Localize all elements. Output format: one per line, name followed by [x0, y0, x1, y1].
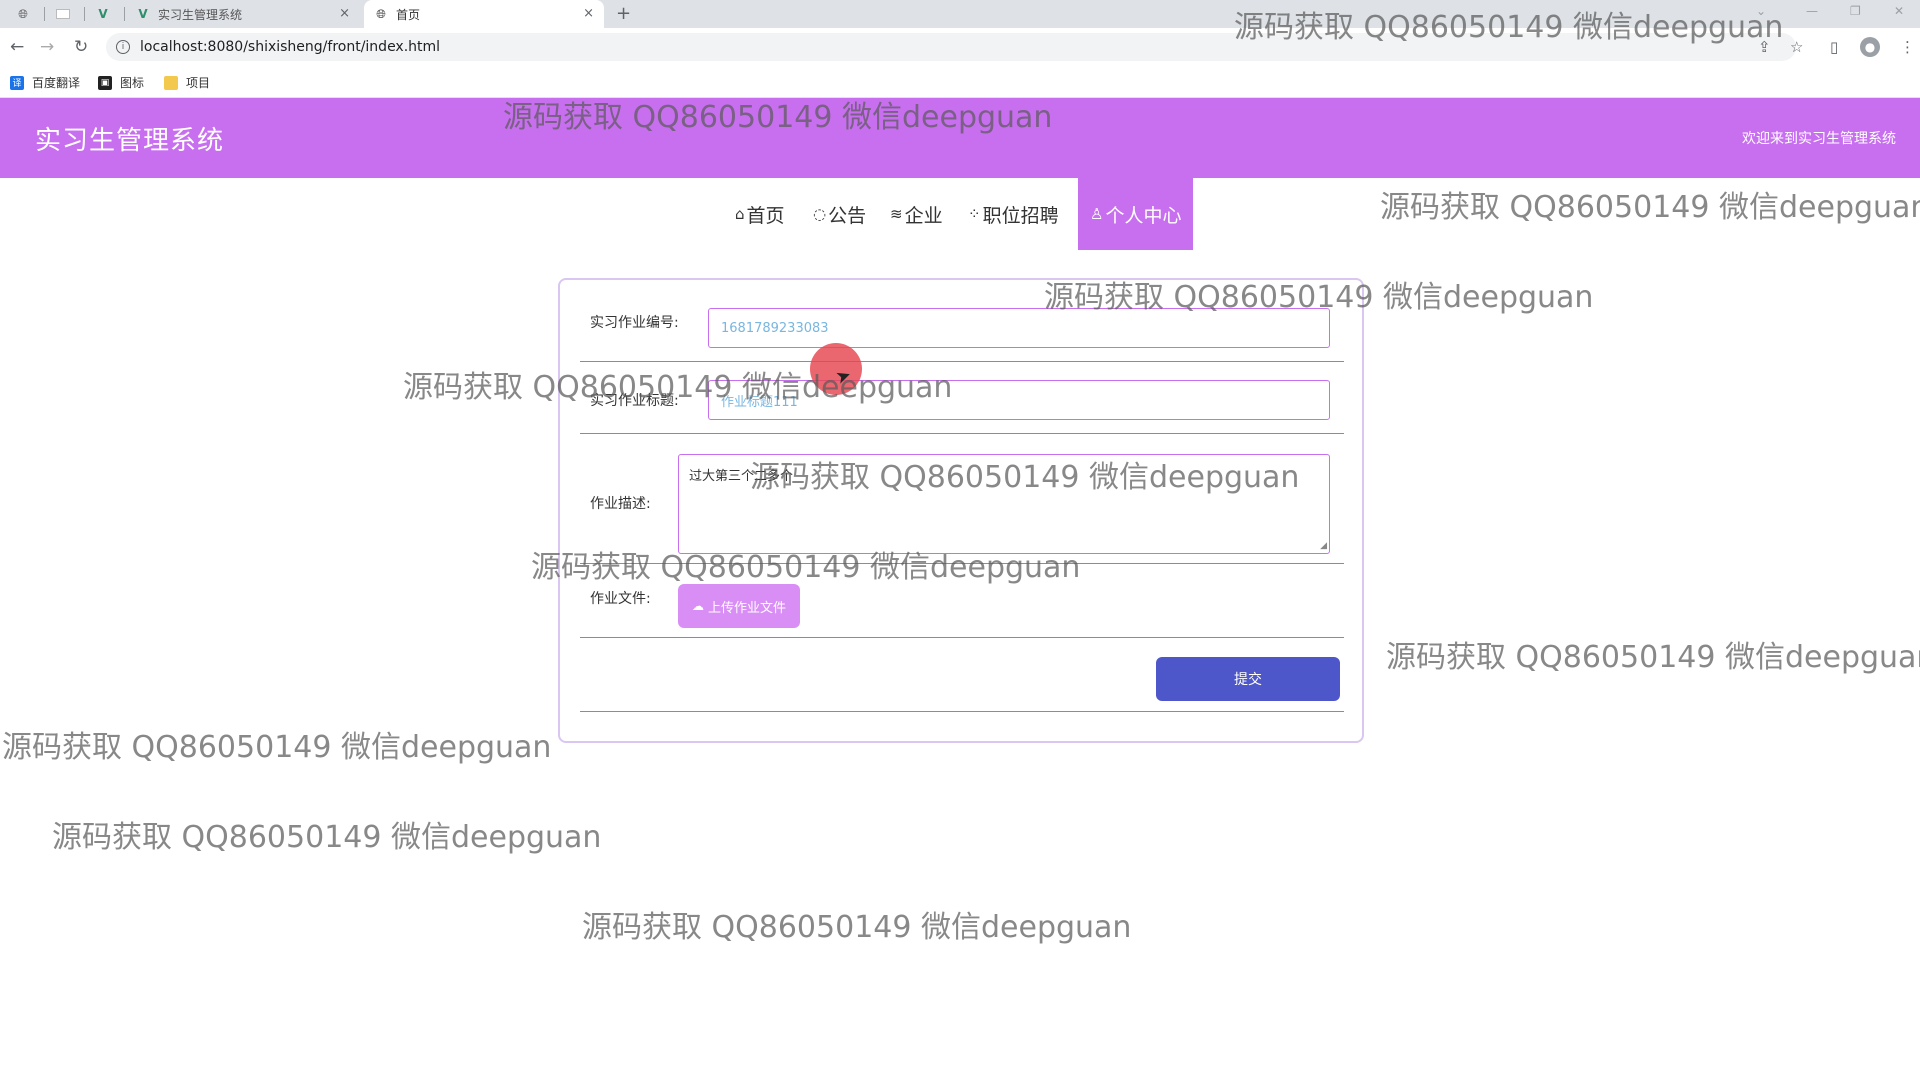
cloud-upload-icon: ☁	[691, 599, 704, 613]
vue-logo-icon: V	[98, 7, 108, 21]
watermark: 源码获取 QQ86050149 微信deepguan	[52, 820, 602, 855]
minimize-icon[interactable]: —	[1806, 4, 1818, 18]
side-panel-icon[interactable]: ▯	[1830, 38, 1838, 56]
tab-system[interactable]: V 实习生管理系统 ×	[130, 0, 360, 28]
blank-page-icon	[56, 9, 70, 19]
submit-label: 提交	[1234, 672, 1262, 688]
submit-button[interactable]: 提交	[1156, 657, 1340, 701]
homework-title-input[interactable]: 作业标题111	[708, 380, 1330, 420]
watermark: 源码获取 QQ86050149 微信deepguan	[582, 910, 1132, 945]
nav-label: 公告	[828, 204, 867, 227]
url-text: localhost:8080/shixisheng/front/index.ht…	[140, 39, 441, 55]
textarea-value: 过大第三个二多个	[689, 469, 794, 484]
field-label: 实习作业标题:	[590, 393, 679, 409]
upload-file-button[interactable]: ☁ 上传作业文件	[678, 584, 800, 628]
form-row: 作业描述: 过大第三个二多个 ◢	[580, 434, 1344, 564]
homework-number-input[interactable]: 1681789233083	[708, 308, 1330, 348]
share-icon[interactable]: ⇪	[1758, 38, 1771, 56]
field-label: 实习作业编号:	[590, 315, 679, 331]
bookmarks-bar: 译 百度翻译 ▣ 图标 项目	[0, 66, 1920, 98]
bookmark-item[interactable]: 译 百度翻译	[10, 74, 80, 91]
info-icon[interactable]: i	[116, 40, 130, 54]
nav-label: 个人中心	[1105, 204, 1182, 227]
profile-avatar-icon[interactable]: ●	[1860, 37, 1880, 57]
upload-label: 上传作业文件	[707, 600, 786, 616]
form-row: 实习作业标题: 作业标题111	[580, 362, 1344, 434]
grid-icon: ⁘	[968, 205, 981, 223]
app-header: 实习生管理系统 欢迎来到实习生管理系统	[0, 98, 1920, 178]
tab-title: 首页	[396, 7, 421, 22]
menu-dots-icon[interactable]: ⋮	[1900, 38, 1915, 56]
bookmark-item[interactable]: ▣ 图标	[98, 74, 144, 91]
nav-item-jobs[interactable]: ⁘ 职位招聘	[968, 178, 1059, 250]
nav-item-profile[interactable]: ♙ 个人中心	[1078, 178, 1194, 250]
close-tab-icon[interactable]: ×	[583, 6, 594, 21]
tab-title: 实习生管理系统	[158, 7, 243, 22]
nav-item-notice[interactable]: ◌ 公告	[813, 178, 866, 250]
bookmark-item[interactable]: 项目	[164, 74, 210, 91]
forward-arrow-icon[interactable]: →	[40, 37, 54, 57]
url-field[interactable]: i localhost:8080/shixisheng/front/index.…	[106, 33, 1796, 61]
graduation-cap-icon: ≋	[890, 205, 903, 223]
form-row: 实习作业编号: 1681789233083	[580, 280, 1344, 362]
form-row: 作业文件: ☁ 上传作业文件	[580, 564, 1344, 638]
welcome-text: 欢迎来到实习生管理系统	[1742, 131, 1896, 147]
pinned-tab[interactable]: 🌐︎	[4, 0, 42, 28]
translate-icon: 译	[10, 75, 24, 90]
input-value: 1681789233083	[721, 320, 829, 336]
nav-label: 首页	[746, 204, 785, 227]
app-title: 实习生管理系统	[35, 126, 225, 156]
close-tab-icon[interactable]: ×	[339, 6, 350, 21]
bookmark-label: 图标	[120, 76, 145, 90]
bell-icon: ◌	[813, 205, 827, 223]
new-tab-button[interactable]: +	[616, 3, 631, 24]
globe-icon: 🌐︎	[376, 6, 386, 21]
tab-home[interactable]: 🌐︎ 首页 ×	[364, 0, 604, 28]
vue-logo-icon: V	[138, 7, 148, 21]
restore-icon[interactable]: ❐	[1850, 4, 1861, 18]
reload-icon[interactable]: ↻	[74, 37, 88, 57]
field-label: 作业文件:	[590, 591, 651, 607]
form-row: 提交	[580, 638, 1344, 712]
nav-item-home[interactable]: ⌂ 首页	[735, 178, 785, 250]
homework-form: 实习作业编号: 1681789233083 实习作业标题: 作业标题111 作业…	[558, 278, 1364, 743]
home-icon: ⌂	[735, 205, 745, 223]
input-value: 作业标题111	[721, 394, 798, 410]
nav-label: 职位招聘	[982, 204, 1059, 227]
address-bar: ← → ↻ i localhost:8080/shixisheng/front/…	[0, 28, 1920, 66]
homework-description-textarea[interactable]: 过大第三个二多个 ◢	[678, 454, 1330, 554]
resize-handle-icon[interactable]: ◢	[1320, 542, 1327, 551]
pinned-tab[interactable]: V	[84, 0, 122, 28]
image-icon: ▣	[98, 75, 112, 90]
star-icon[interactable]: ☆	[1790, 38, 1803, 56]
watermark: 源码获取 QQ86050149 微信deepguan	[1386, 640, 1920, 675]
pinned-tab[interactable]	[44, 0, 82, 28]
nav-item-company[interactable]: ≋ 企业	[890, 178, 943, 250]
close-window-icon[interactable]: ✕	[1894, 4, 1904, 18]
chevron-down-icon[interactable]: ⌄	[1756, 4, 1766, 18]
folder-icon	[164, 75, 178, 90]
bookmark-label: 百度翻译	[32, 76, 81, 90]
back-arrow-icon[interactable]: ←	[10, 37, 24, 57]
bookmark-label: 项目	[186, 76, 211, 90]
browser-tab-bar: 🌐︎ V V 实习生管理系统 × 🌐︎ 首页 × + ⌄ — ❐ ✕	[0, 0, 1920, 28]
nav-label: 企业	[904, 204, 943, 227]
field-label: 作业描述:	[590, 496, 651, 512]
watermark: 源码获取 QQ86050149 微信deepguan	[2, 730, 552, 765]
main-nav: ⌂ 首页 ◌ 公告 ≋ 企业 ⁘ 职位招聘 ♙ 个人中心	[0, 178, 1920, 250]
user-icon: ♙	[1090, 205, 1104, 223]
globe-icon: 🌐︎	[18, 6, 28, 21]
